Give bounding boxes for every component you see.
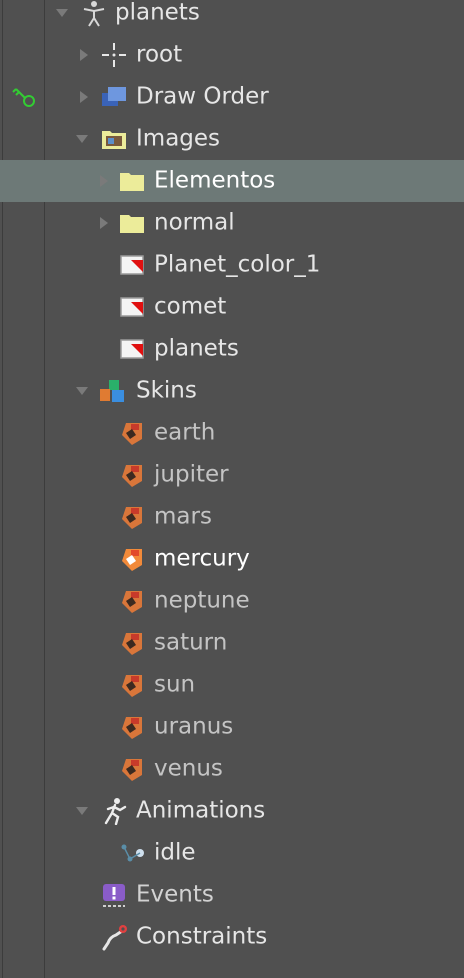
draw-order-icon bbox=[102, 87, 126, 106]
elementos-label: Elementos bbox=[154, 167, 276, 194]
skin-label: venus bbox=[154, 755, 223, 782]
images-label: Images bbox=[136, 125, 221, 152]
skin-item-active[interactable]: mercury bbox=[0, 538, 464, 580]
skin-label: jupiter bbox=[154, 461, 229, 488]
skin-icon bbox=[122, 759, 142, 781]
skin-label: uranus bbox=[154, 713, 234, 740]
skeleton-label: planets bbox=[115, 0, 200, 26]
comet-label: comet bbox=[154, 293, 227, 320]
collapse-arrow-icon[interactable] bbox=[76, 135, 88, 143]
image-file-icon bbox=[120, 297, 144, 317]
tree-row-images[interactable]: Images bbox=[0, 118, 464, 160]
skin-label: mars bbox=[154, 503, 212, 530]
tree-row-idle[interactable]: idle bbox=[0, 832, 464, 874]
image-file-icon bbox=[120, 255, 144, 275]
skin-item[interactable]: jupiter bbox=[0, 454, 464, 496]
planet-color-1-label: Planet_color_1 bbox=[154, 251, 321, 278]
skin-label: earth bbox=[154, 419, 216, 446]
collapse-arrow-icon[interactable] bbox=[76, 387, 88, 395]
skin-item[interactable]: uranus bbox=[0, 706, 464, 748]
images-folder-icon bbox=[102, 131, 126, 149]
skin-item[interactable]: earth bbox=[0, 412, 464, 454]
skins-label: Skins bbox=[136, 377, 197, 404]
skin-item[interactable]: saturn bbox=[0, 622, 464, 664]
tree-row-animations[interactable]: Animations bbox=[0, 790, 464, 832]
skin-label: sun bbox=[154, 671, 196, 698]
tree-row-normal[interactable]: normal bbox=[0, 202, 464, 244]
tree-row-planet-color-1[interactable]: Planet_color_1 bbox=[0, 244, 464, 286]
skin-label: neptune bbox=[154, 587, 250, 614]
constraint-icon bbox=[102, 925, 127, 951]
tree-row-events[interactable]: Events bbox=[0, 874, 464, 916]
tree-row-root-bone[interactable]: root bbox=[0, 34, 464, 76]
expand-arrow-icon[interactable] bbox=[56, 9, 68, 17]
tree-row-constraints[interactable]: Constraints bbox=[0, 916, 464, 958]
key-icon[interactable] bbox=[8, 83, 38, 111]
skeleton-figure-icon bbox=[83, 1, 105, 27]
skin-icon bbox=[122, 591, 142, 613]
tree-row-skins[interactable]: Skins bbox=[0, 370, 464, 412]
normal-label: normal bbox=[154, 209, 235, 236]
expand-arrow-icon[interactable] bbox=[80, 91, 88, 103]
skin-icon bbox=[122, 633, 142, 655]
tree-row-skeleton[interactable]: planets bbox=[0, 0, 464, 34]
animations-label: Animations bbox=[136, 797, 266, 824]
root-bone-label: root bbox=[136, 41, 183, 68]
tree-row-elementos[interactable]: Elementos bbox=[0, 160, 464, 202]
expand-arrow-icon[interactable] bbox=[100, 175, 108, 187]
skin-item[interactable]: sun bbox=[0, 664, 464, 706]
animation-icon bbox=[121, 844, 144, 862]
skin-label: mercury bbox=[154, 545, 250, 572]
planets-image-label: planets bbox=[154, 335, 239, 362]
bone-crosshair-icon bbox=[102, 43, 126, 67]
idle-label: idle bbox=[154, 839, 196, 866]
constraints-label: Constraints bbox=[136, 923, 268, 950]
skins-blocks-icon bbox=[100, 380, 124, 402]
expand-arrow-icon[interactable] bbox=[80, 49, 88, 61]
expand-arrow-icon[interactable] bbox=[100, 217, 108, 229]
skin-item[interactable]: neptune bbox=[0, 580, 464, 622]
tree-row-planets-image[interactable]: planets bbox=[0, 328, 464, 370]
skin-icon bbox=[122, 465, 142, 487]
skin-item[interactable]: mars bbox=[0, 496, 464, 538]
skin-icon bbox=[122, 507, 142, 529]
skin-item[interactable]: venus bbox=[0, 748, 464, 790]
collapse-arrow-icon[interactable] bbox=[76, 807, 88, 815]
folder-icon bbox=[120, 215, 144, 233]
skin-icon bbox=[122, 423, 142, 445]
skin-icon bbox=[122, 717, 142, 739]
events-icon bbox=[103, 884, 125, 907]
events-label: Events bbox=[136, 881, 214, 908]
hierarchy-tree: planets root Draw Order Images Elementos… bbox=[0, 0, 464, 978]
running-figure-icon bbox=[104, 798, 127, 825]
skin-label: saturn bbox=[154, 629, 228, 656]
skin-icon bbox=[122, 675, 142, 697]
draw-order-label: Draw Order bbox=[136, 83, 269, 110]
skin-active-icon bbox=[122, 549, 142, 571]
folder-icon bbox=[120, 173, 144, 191]
tree-row-comet[interactable]: comet bbox=[0, 286, 464, 328]
image-file-icon bbox=[120, 339, 144, 359]
tree-row-draw-order[interactable]: Draw Order bbox=[0, 76, 464, 118]
